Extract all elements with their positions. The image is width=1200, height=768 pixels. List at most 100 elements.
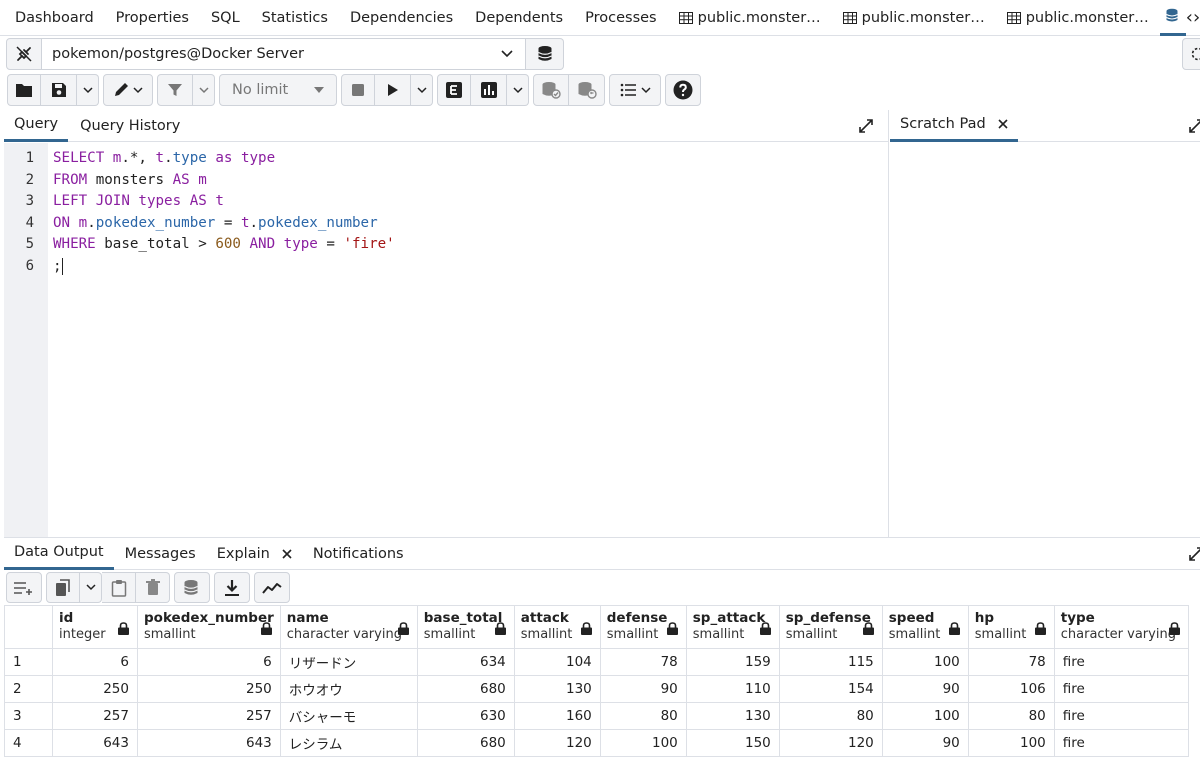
cell-sp-defense[interactable]: 115 [778,648,883,676]
cell-id[interactable]: 250 [52,675,138,703]
column-header-id[interactable]: id integer [52,605,138,649]
tab-query-tool[interactable] [1159,0,1186,36]
explain-options-dropdown[interactable] [507,74,529,106]
cell-pokedex-number[interactable]: 643 [137,729,281,757]
cell-sp-defense[interactable]: 120 [778,729,883,757]
expand-icon[interactable] [1188,118,1200,134]
cell-speed[interactable]: 90 [881,675,969,703]
cell-type[interactable]: fire [1053,648,1189,676]
filter-options-dropdown[interactable] [193,74,215,106]
cell-attack[interactable]: 130 [513,675,601,703]
chevron-right-icon[interactable]: › [1193,0,1200,36]
cell-pokedex-number[interactable]: 257 [137,702,281,730]
graph-visualiser-button[interactable] [254,572,290,603]
cell-attack[interactable]: 120 [513,729,601,757]
table-row[interactable]: 3 257 257 バシャーモ 630 160 80 130 80 100 80… [4,702,1189,730]
tab-explain[interactable]: Explain [207,538,302,570]
chevron-left-icon[interactable]: ‹ [1186,0,1193,36]
cell-sp-attack[interactable]: 159 [685,648,780,676]
cell-name[interactable]: バシャーモ [279,702,418,730]
save-file-button[interactable] [41,74,77,106]
panel-divider[interactable] [888,110,889,538]
cell-base-total[interactable]: 634 [416,648,515,676]
column-header-sp-attack[interactable]: sp_attack smallint [685,605,780,649]
tab-scratch-pad[interactable]: Scratch Pad [890,110,1018,142]
column-header-sp-defense[interactable]: sp_defense smallint [778,605,883,649]
cell-type[interactable]: fire [1053,675,1189,703]
explain-analyze-button[interactable] [471,74,507,106]
download-button[interactable] [214,572,250,603]
cell-base-total[interactable]: 680 [416,675,515,703]
cell-name[interactable]: リザードン [279,648,418,676]
tab-public-monsters-3[interactable]: public.monster… [996,0,1160,36]
cell-speed[interactable]: 90 [881,729,969,757]
column-header-attack[interactable]: attack smallint [513,605,601,649]
close-icon[interactable] [998,119,1008,129]
sql-editor[interactable]: 1 2 3 4 5 6 SELECT m.*, t.type as type F… [4,143,888,537]
tab-sql[interactable]: SQL [200,0,251,36]
cell-type[interactable]: fire [1053,729,1189,757]
tab-query-history[interactable]: Query History [70,110,190,142]
table-row[interactable]: 1 6 6 リザードン 634 104 78 159 115 100 78 fi… [4,648,1189,676]
tab-properties[interactable]: Properties [105,0,200,36]
table-row[interactable]: 2 250 250 ホウオウ 680 130 90 110 154 90 106… [4,675,1189,703]
execute-options-dropdown[interactable] [411,74,433,106]
tab-notifications[interactable]: Notifications [303,538,414,570]
tab-public-monsters-2[interactable]: public.monster… [832,0,996,36]
expand-icon[interactable] [858,118,874,134]
cell-base-total[interactable]: 680 [416,729,515,757]
close-icon[interactable] [282,548,292,559]
cell-speed[interactable]: 100 [881,702,969,730]
tab-dashboard[interactable]: Dashboard [0,0,105,36]
tab-dependencies[interactable]: Dependencies [339,0,464,36]
explain-button[interactable] [437,74,471,106]
execute-button[interactable] [375,74,411,106]
cell-sp-attack[interactable]: 150 [685,729,780,757]
tab-query[interactable]: Query [4,110,69,142]
expand-icon[interactable] [1188,546,1200,562]
new-connection-button[interactable] [526,38,564,70]
delete-row-button[interactable] [136,572,170,603]
help-button[interactable] [665,74,701,106]
row-number[interactable]: 2 [4,675,53,703]
save-data-button[interactable] [174,572,210,603]
cell-hp[interactable]: 78 [967,648,1055,676]
cell-id[interactable]: 6 [52,648,138,676]
cell-sp-attack[interactable]: 130 [685,702,780,730]
column-header-base-total[interactable]: base_total smallint [416,605,515,649]
tab-messages[interactable]: Messages [115,538,206,570]
row-limit-select[interactable]: No limit [219,74,337,106]
connection-status-button[interactable] [6,38,42,70]
cell-defense[interactable]: 90 [599,675,687,703]
cell-sp-defense[interactable]: 154 [778,675,883,703]
open-file-button[interactable] [7,74,41,106]
save-options-dropdown[interactable] [77,74,99,106]
rollback-button[interactable] [569,74,605,106]
copy-button[interactable] [46,572,80,603]
macros-dropdown-button[interactable] [609,74,661,106]
edit-dropdown-button[interactable] [103,74,153,106]
cell-attack[interactable]: 104 [513,648,601,676]
copy-options-dropdown[interactable] [80,572,102,603]
cell-attack[interactable]: 160 [513,702,601,730]
cell-speed[interactable]: 100 [881,648,969,676]
cell-name[interactable]: ホウオウ [279,675,418,703]
tab-statistics[interactable]: Statistics [251,0,339,36]
cell-defense[interactable]: 80 [599,702,687,730]
cell-type[interactable]: fire [1053,702,1189,730]
tab-processes[interactable]: Processes [574,0,667,36]
tab-data-output[interactable]: Data Output [4,538,114,570]
cell-defense[interactable]: 78 [599,648,687,676]
tab-public-monsters-1[interactable]: public.monster… [668,0,832,36]
cell-sp-attack[interactable]: 110 [685,675,780,703]
column-header-defense[interactable]: defense smallint [599,605,687,649]
cell-id[interactable]: 643 [52,729,138,757]
cell-hp[interactable]: 106 [967,675,1055,703]
cell-pokedex-number[interactable]: 6 [137,648,281,676]
add-row-button[interactable] [6,572,42,603]
row-number[interactable]: 1 [4,648,53,676]
cell-name[interactable]: レシラム [279,729,418,757]
macros-button[interactable] [1182,38,1200,70]
column-header-type[interactable]: type character varying [1053,605,1189,649]
cell-id[interactable]: 257 [52,702,138,730]
